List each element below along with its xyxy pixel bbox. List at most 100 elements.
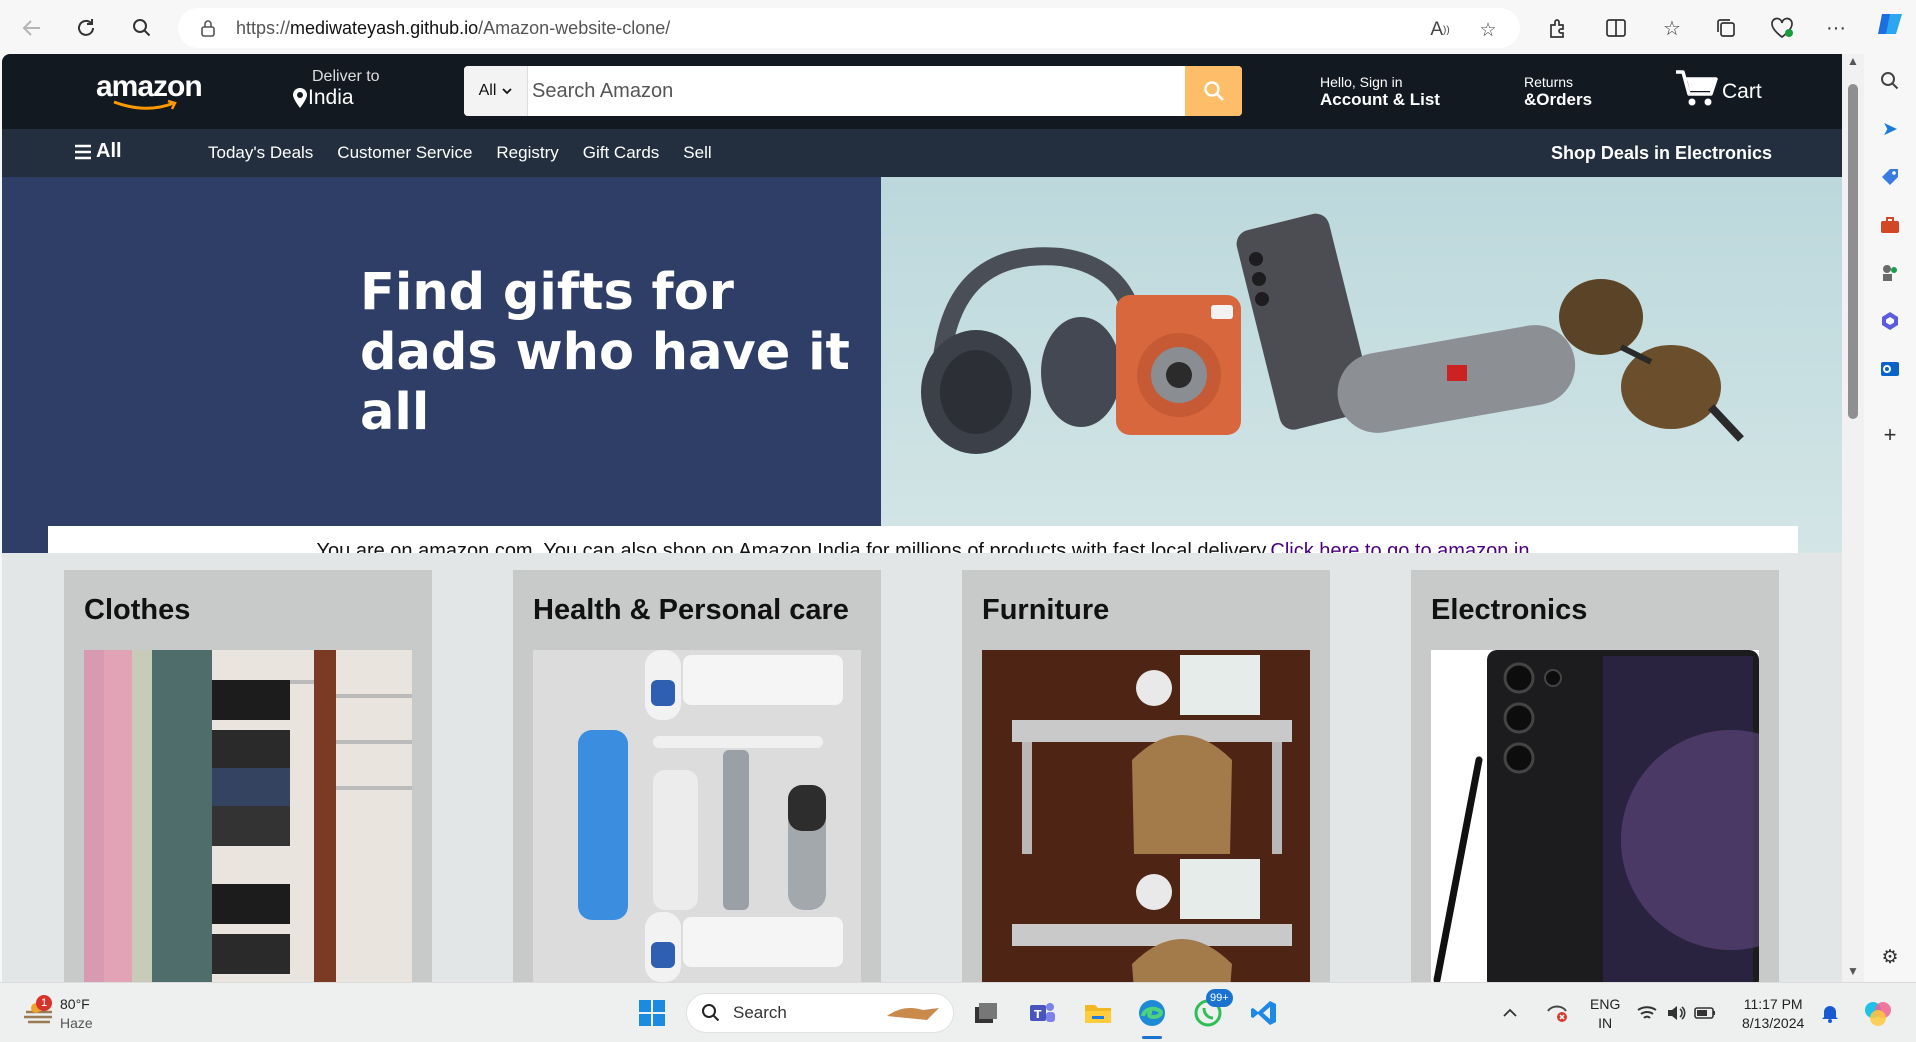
telegram-icon[interactable]: ➤ [1877,116,1903,142]
scroll-up-icon[interactable]: ▲ [1847,54,1859,68]
vscode-icon[interactable] [1244,993,1284,1033]
cart-button[interactable]: Cart [1674,68,1762,108]
more-options-icon[interactable]: ··· [1822,14,1850,42]
copilot-icon[interactable] [1876,10,1904,38]
search-bar: All [464,66,1242,116]
url-text[interactable]: https://mediwateyash.github.io/Amazon-we… [236,18,670,39]
cart-icon [1676,70,1718,106]
system-tray-icons[interactable] [1636,993,1716,1033]
refresh-icon[interactable] [68,10,104,46]
nav-link-todays-deals[interactable]: Today's Deals [208,143,313,163]
edge-sidebar: ➤ + ⚙ [1864,54,1916,982]
category-card-electronics[interactable]: Electronics [1411,570,1779,982]
electronics-image [1431,650,1759,982]
card-title: Health & Personal care [533,594,849,626]
outlook-icon[interactable] [1877,356,1903,382]
nav-link-sell[interactable]: Sell [683,143,711,163]
deliver-location: India [308,86,354,109]
site-header: amazon Deliver to India All Hello, Sign … [2,54,1842,129]
scroll-thumb[interactable] [1848,84,1858,419]
hero-product-image [881,177,1842,553]
split-screen-icon[interactable] [1602,14,1630,42]
chevron-down-icon [502,88,513,95]
notification-bell-icon[interactable] [1816,993,1844,1033]
task-view-icon[interactable] [966,993,1006,1033]
clothes-image [84,650,412,982]
all-menu-button[interactable]: All [74,140,122,163]
returns-orders[interactable]: Returns &Orders [1524,74,1592,110]
copilot-taskbar-icon[interactable] [1858,993,1898,1033]
tools-icon[interactable] [1877,212,1903,238]
clock[interactable]: 11:17 PM 8/13/2024 [1742,995,1804,1033]
furniture-image [982,650,1310,982]
games-icon[interactable] [1877,260,1903,286]
address-bar[interactable]: https://mediwateyash.github.io/Amazon-we… [178,8,1520,48]
windows-start-icon[interactable] [632,993,672,1033]
battery-icon [1694,1007,1715,1019]
search-icon[interactable] [124,10,160,46]
web-page: amazon Deliver to India All Hello, Sign … [2,54,1842,982]
nav-link-customer-service[interactable]: Customer Service [337,143,472,163]
health-care-image [533,650,861,982]
add-sidebar-app-icon[interactable]: + [1877,422,1903,448]
account-greeting: Hello, Sign in [1320,74,1403,90]
collections-icon[interactable] [1712,14,1740,42]
favorite-star-icon[interactable]: ☆ [1476,18,1500,42]
extensions-icon[interactable] [1544,14,1572,42]
search-button[interactable] [1185,66,1242,116]
shop-deals-link[interactable]: Shop Deals in Electronics [1551,143,1772,164]
lock-icon[interactable] [200,19,216,37]
teams-icon[interactable]: T [1022,993,1062,1033]
category-card-clothes[interactable]: Clothes [64,570,432,982]
shopping-tag-icon[interactable] [1877,164,1903,190]
orders-label: &Orders [1524,90,1593,109]
category-card-furniture[interactable]: Furniture [962,570,1330,982]
cart-label: Cart [1722,80,1762,103]
search-icon [1203,81,1224,101]
hero-title: Find gifts for dads who have it all [360,263,850,442]
account-menu[interactable]: Hello, Sign in Account & List [1320,74,1440,110]
deliver-label: Deliver to [312,68,380,85]
nav-link-gift-cards[interactable]: Gift Cards [583,143,660,163]
volume-icon [1668,1006,1686,1020]
sidebar-search-icon[interactable] [1877,68,1903,94]
nav-link-registry[interactable]: Registry [496,143,558,163]
network-error-icon[interactable] [1542,993,1572,1033]
file-explorer-icon[interactable] [1078,993,1118,1033]
category-cards: Clothes Health & Personal care Furniture… [2,553,1842,982]
read-aloud-icon[interactable]: A)) [1428,18,1452,42]
amazon-logo[interactable]: amazon [96,70,206,114]
category-card-health[interactable]: Health & Personal care [513,570,881,982]
windows-taskbar: 1 80°F Haze Search T 99+ ENG IN 11:17 PM… [0,982,1916,1042]
microsoft-365-icon[interactable] [1877,308,1903,334]
weather-text[interactable]: 80°F Haze [60,995,93,1033]
browser-essentials-icon[interactable] [1768,14,1796,42]
scroll-down-icon[interactable]: ▼ [1847,964,1859,978]
wifi-icon [1637,1006,1657,1019]
sidebar-settings-icon[interactable]: ⚙ [1877,944,1903,970]
favorites-icon[interactable]: ☆ [1658,14,1686,42]
page-scrollbar[interactable]: ▲ ▼ [1842,54,1864,982]
back-icon[interactable] [14,10,50,46]
sunglasses-image [1559,279,1744,442]
hero-banner[interactable]: Find gifts for dads who have it all You … [2,177,1842,576]
card-title: Clothes [84,594,191,626]
weather-icon[interactable]: 1 [14,993,64,1033]
card-title: Furniture [982,594,1110,626]
search-icon [702,1004,720,1022]
chevron-up-icon[interactable] [1498,993,1522,1033]
search-input[interactable] [528,66,1185,116]
hero-left-panel: Find gifts for dads who have it all [2,177,881,553]
search-highlight-icon [887,1008,939,1020]
search-category-select[interactable]: All [464,66,528,116]
language-indicator[interactable]: ENG IN [1590,995,1620,1033]
taskbar-search[interactable]: Search [686,993,954,1033]
edge-icon[interactable] [1132,993,1172,1039]
returns-label: Returns [1524,74,1574,90]
speaker-image [1337,325,1576,433]
instant-camera-image [1116,295,1241,435]
browser-toolbar: https://mediwateyash.github.io/Amazon-we… [0,0,1916,54]
hamburger-icon [75,144,91,159]
deliver-to[interactable]: Deliver to India [292,68,380,110]
whatsapp-icon[interactable]: 99+ [1188,989,1233,1033]
